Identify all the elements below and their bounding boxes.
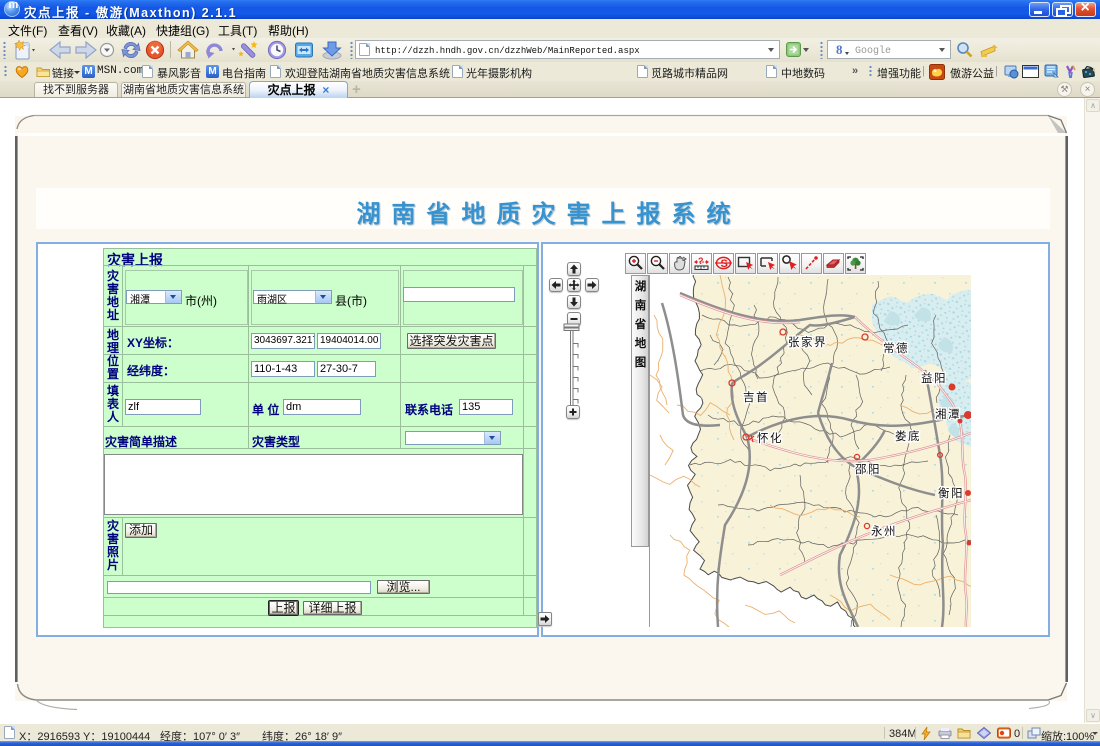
svg-text:娄底: 娄底 — [895, 429, 921, 443]
svg-text:益阳: 益阳 — [921, 371, 947, 385]
svg-text:常德: 常德 — [883, 341, 909, 355]
svg-text:吉首: 吉首 — [743, 390, 769, 404]
svg-text:衡阳: 衡阳 — [938, 487, 964, 500]
svg-text:怀化: 怀化 — [757, 431, 783, 445]
svg-text:S: S — [721, 258, 728, 270]
svg-text:永州: 永州 — [871, 524, 897, 538]
svg-text:?: ? — [698, 256, 704, 266]
svg-text:湘潭: 湘潭 — [935, 407, 961, 421]
svg-text:张家界: 张家界 — [788, 335, 827, 349]
svg-text:邵阳: 邵阳 — [855, 463, 881, 476]
